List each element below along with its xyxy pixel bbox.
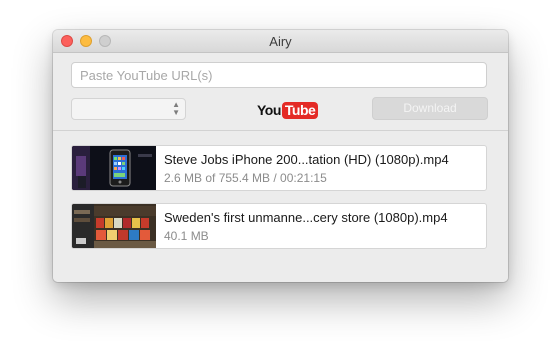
app-window: Airy ▲▼ YouTube Download [53, 30, 508, 282]
download-progress-text: 2.6 MB of 755.4 MB / 00:21:15 [164, 171, 327, 185]
video-thumbnail [72, 204, 156, 248]
url-input[interactable] [71, 62, 487, 88]
download-item[interactable]: Steve Jobs iPhone 200...tation (HD) (108… [71, 145, 487, 191]
download-filename: Sweden's first unmanne...cery store (108… [164, 210, 448, 225]
video-thumbnail [72, 146, 156, 190]
format-select[interactable]: ▲ ▼ [71, 98, 186, 120]
title-bar[interactable]: Airy [53, 30, 508, 53]
download-size-text: 40.1 MB [164, 229, 209, 243]
youtube-logo-tube: Tube [281, 102, 319, 119]
download-button[interactable]: Download [372, 97, 488, 120]
youtube-logo-you: You [257, 102, 281, 118]
download-filename: Steve Jobs iPhone 200...tation (HD) (108… [164, 152, 449, 167]
download-item[interactable]: Sweden's first unmanne...cery store (108… [71, 203, 487, 249]
chevron-updown-icon: ▲ ▼ [172, 100, 180, 117]
downloads-list: Steve Jobs iPhone 200...tation (HD) (108… [53, 131, 508, 282]
toolbar: ▲▼ YouTube Download [53, 53, 508, 131]
window-title: Airy [269, 34, 292, 49]
youtube-logo: You Tube [257, 101, 319, 119]
